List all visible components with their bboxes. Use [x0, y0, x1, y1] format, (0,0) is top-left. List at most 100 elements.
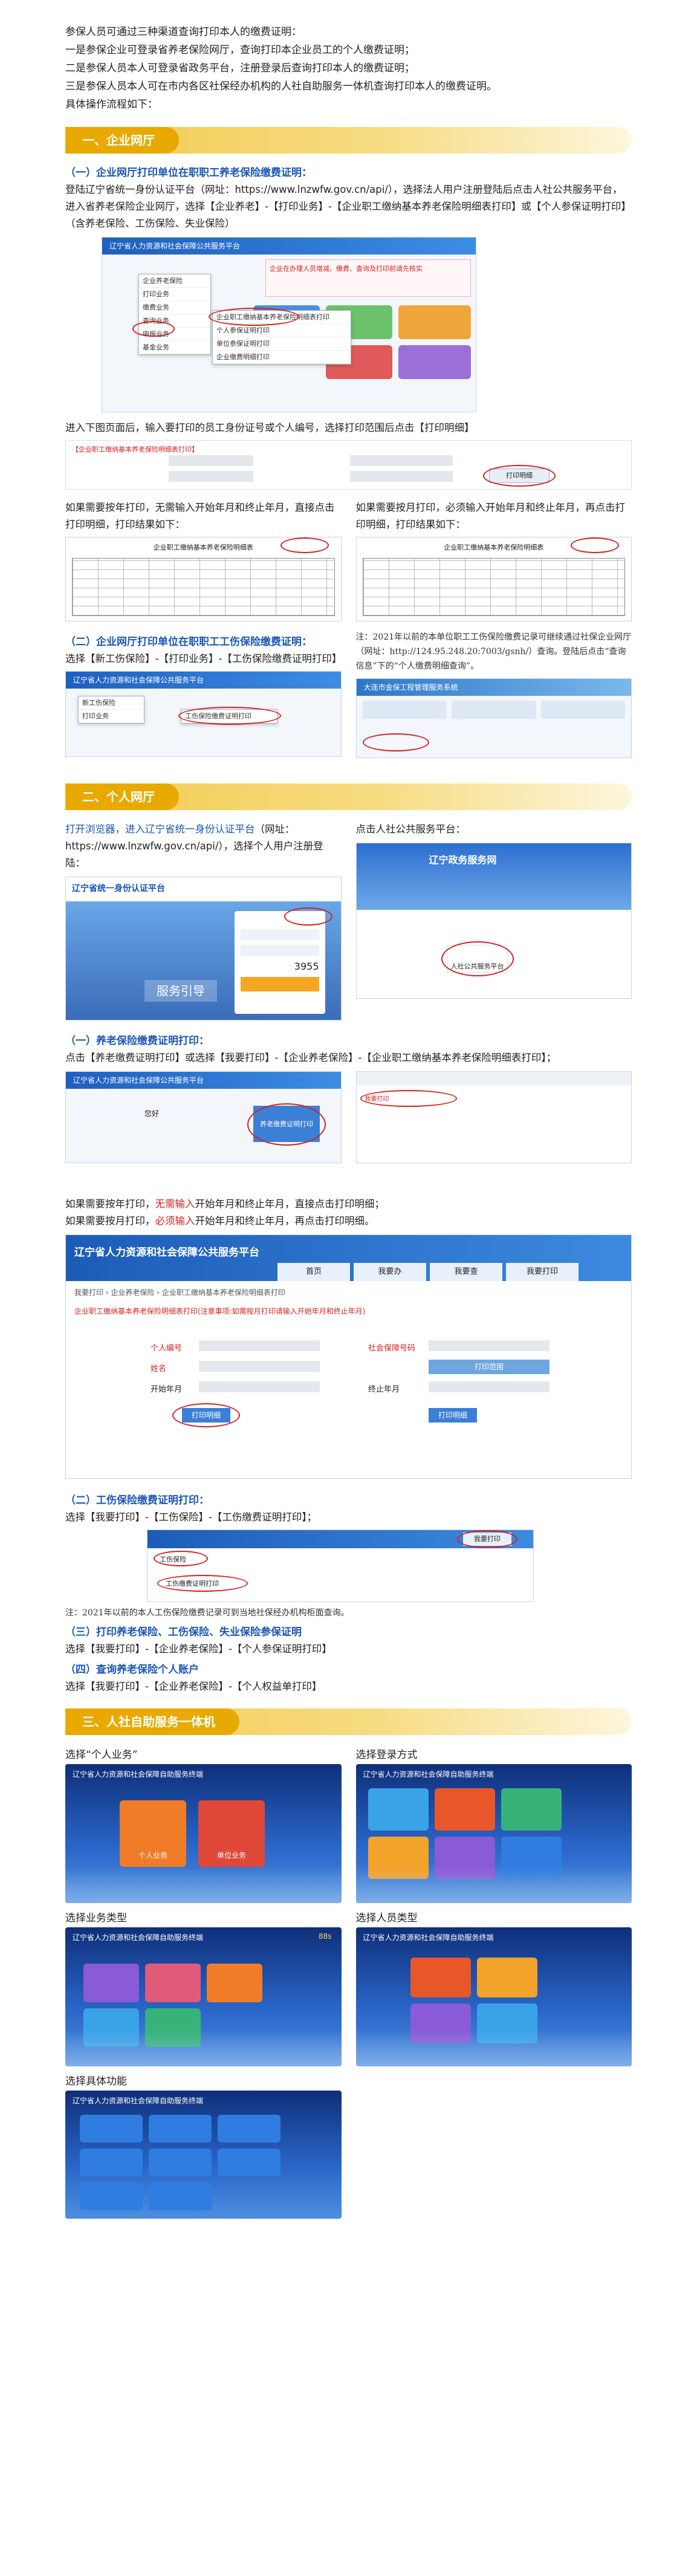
menu-item[interactable]: 新工伤保险 [79, 696, 144, 710]
print-detail-button-2[interactable]: 打印明细 [429, 1408, 477, 1423]
service-tile[interactable] [398, 345, 471, 379]
instruction-text: 打开浏览器，进入辽宁省统一身份认证平台（网址：https://www.lnzwf… [65, 821, 342, 872]
caption: 如果需要按年打印，无需输入开始年月和终止年月，直接点击打印明细，打印结果如下： [65, 502, 335, 530]
page: 参保人员可通过三种渠道查询打印本人的缴费证明： 一是参保企业可登录省养老保险网厅… [0, 0, 697, 2576]
service-tile[interactable] [398, 305, 471, 339]
tab-query[interactable]: 我要查 [430, 1263, 502, 1281]
tab-home[interactable]: 首页 [277, 1263, 350, 1281]
section-title: 一、企业网厅 [65, 127, 179, 154]
function-button[interactable] [80, 2182, 143, 2210]
person-type-button[interactable] [476, 1958, 537, 1997]
portal-top: 我要打印 [148, 1530, 533, 1548]
business-type-button[interactable] [145, 1964, 201, 2002]
highlight-circle [571, 537, 619, 553]
tab-apply[interactable]: 我要办 [354, 1263, 426, 1281]
kiosk-header: 辽宁省人力资源和社会保障自助服务终端 [363, 1770, 494, 1779]
side-menu[interactable]: 企业养老保险 打印业务 缴费业务 查询业务 申报业务 基金业务 [138, 274, 211, 355]
caption-yearly: 如果需要按年打印，无需输入开始年月和终止年月，直接点击打印明细； [65, 1196, 632, 1213]
gov-banner: 辽宁政务服务网 [356, 843, 631, 910]
login-right-col: 点击人社公共服务平台： 辽宁政务服务网 人社公共服务平台 [355, 821, 632, 1020]
function-button[interactable] [218, 2115, 280, 2143]
login-button[interactable] [240, 977, 319, 991]
kiosk-screen: 辽宁省人力资源和社会保障自助服务终端 [65, 2091, 342, 2219]
kiosk-header: 辽宁省人力资源和社会保障自助服务终端 [73, 2097, 204, 2105]
injury-menu[interactable]: 新工伤保险 打印业务 [78, 696, 144, 724]
function-button[interactable] [149, 2182, 212, 2210]
toolbar [356, 1072, 631, 1085]
captcha: 3955 [294, 961, 319, 972]
dalian-header: 大连市金保工程管理服务系统 [356, 679, 631, 696]
skyline [65, 1867, 342, 1903]
caption-monthly: 如果需要按月打印，必须输入开始年月和终止年月，再点击打印明细。 [65, 1213, 632, 1230]
gov-title: 辽宁政务服务网 [429, 854, 497, 866]
business-type-button[interactable] [83, 1964, 139, 2002]
subsection-heading: （三）打印养老保险、工伤保险、失业保险参保证明 [65, 1626, 302, 1638]
subsection-heading: （一）养老保险缴费证明打印： [65, 1035, 209, 1047]
login-method-button[interactable] [368, 1788, 429, 1831]
submenu-item[interactable]: 单位参保证明打印 [213, 337, 351, 351]
menu-item[interactable]: 打印业务 [79, 710, 144, 723]
function-button[interactable] [80, 2149, 143, 2176]
note-text: 注：2021年以前的本人工伤保险缴费记录可到当地社保经办机构柜面查询。 [65, 1608, 349, 1618]
kiosk-caption: 选择具体功能 [65, 2075, 127, 2088]
instruction-text: 登陆辽宁省统一身份认证平台（网址：https://www.lnzwfw.gov.… [65, 184, 631, 229]
username-field[interactable] [240, 929, 319, 940]
unit-business-button[interactable]: 单位业务 [198, 1800, 265, 1867]
form-field[interactable] [350, 455, 453, 466]
subsection-heading: （二）工伤保险缴费证明打印： [65, 1494, 209, 1507]
function-button[interactable] [149, 2149, 212, 2176]
instruction-text: 选择【我要打印】-【企业养老保险】-【个人权益单打印】 [65, 1681, 322, 1692]
function-button[interactable] [218, 2149, 280, 2176]
highlight-circle [132, 321, 175, 337]
tab-print[interactable]: 我要打印 [506, 1263, 579, 1281]
form-field[interactable] [350, 471, 453, 482]
personal-id-field[interactable] [199, 1340, 320, 1351]
personal-business-button[interactable]: 个人业务 [120, 1800, 186, 1867]
intro-line: 二是参保人员本人可登录省政务平台，注册登录后查询打印本人的缴费证明； [65, 62, 415, 74]
portal-tabs: 首页 我要办 我要查 我要打印 [277, 1263, 579, 1281]
kiosk-col: 选择“个人业务” 辽宁省人力资源和社会保障自助服务终端 个人业务 单位业务 [65, 1746, 342, 1903]
login-method-button[interactable] [434, 1788, 495, 1831]
section-header-kiosk: 三、人社自助服务一体机 [65, 1708, 632, 1735]
kiosk-col: 选择业务类型 辽宁省人力资源和社会保障自助服务终端 88s [65, 1909, 342, 2066]
start-month-field[interactable] [199, 1381, 320, 1392]
injury-row: （二）企业网厅打印单位在职职工工伤保险缴费证明： 选择【新工伤保险】-【打印业务… [65, 630, 632, 758]
password-field[interactable] [240, 945, 319, 956]
function-button[interactable] [80, 2115, 143, 2143]
form-field[interactable] [169, 455, 253, 466]
person-type-button[interactable] [410, 1958, 471, 1997]
end-month-field[interactable] [429, 1381, 549, 1392]
name-field[interactable] [199, 1361, 320, 1372]
section-title: 三、人社自助服务一体机 [65, 1708, 239, 1735]
tab[interactable] [452, 701, 536, 719]
monthly-result-col: 如果需要按月打印，必须输入开始年月和终止年月，再点击打印明细，打印结果如下： 企… [355, 499, 632, 621]
result-table [72, 558, 335, 616]
function-button[interactable] [149, 2115, 212, 2143]
portal-header: 辽宁省人力资源和社会保障公共服务平台 [102, 238, 476, 255]
tab[interactable] [540, 701, 625, 719]
form-tip: 【企业职工缴纳基本养老保险明细表打印】 [72, 446, 198, 453]
caption: 如果需要按月打印，必须输入开始年月和终止年月，再点击打印明细，打印结果如下： [355, 502, 626, 530]
intro-line: 参保人员可通过三种渠道查询打印本人的缴费证明： [65, 26, 302, 38]
menu-item[interactable]: 打印业务 [139, 288, 210, 301]
menu-item[interactable]: 企业养老保险 [139, 274, 210, 288]
business-type-button[interactable] [207, 1964, 262, 2002]
highlight-circle [457, 1530, 517, 1548]
login-box: 3955 [234, 911, 325, 1014]
submenu-item[interactable]: 个人参保证明打印 [213, 324, 351, 337]
form-field[interactable] [169, 471, 253, 482]
menu-item[interactable]: 基金业务 [139, 341, 210, 354]
guide-banner: 服务引导 [144, 980, 217, 1002]
kiosk-col: 选择人员类型 辽宁省人力资源和社会保障自助服务终端 [355, 1909, 632, 2066]
kiosk-row-2: 选择业务类型 辽宁省人力资源和社会保障自助服务终端 88s 选择人员类型 辽宁省… [65, 1909, 632, 2066]
idcard-field[interactable] [429, 1340, 549, 1351]
submenu-item[interactable]: 企业缴费明细打印 [213, 351, 351, 364]
tab[interactable] [362, 701, 447, 719]
print-range-button[interactable]: 打印范围 [429, 1360, 549, 1374]
highlight-circle [178, 707, 281, 725]
menu-item[interactable]: 缴费业务 [139, 301, 210, 314]
instruction-text: 选择【我要打印】-【工伤保险】-【工伤缴费证明打印】； [65, 1511, 317, 1523]
print-form-screenshot: 【企业职工缴纳基本养老保险明细表打印】 打印明细 [65, 440, 632, 490]
welcome-text: 您好 [144, 1109, 160, 1118]
login-method-button[interactable] [501, 1788, 562, 1831]
